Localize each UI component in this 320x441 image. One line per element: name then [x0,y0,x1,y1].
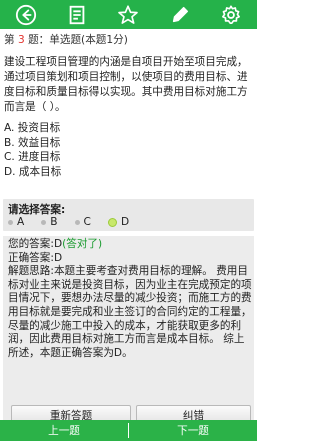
your-answer: 您的答案:D(答对了) [8,238,252,252]
pencil-icon[interactable] [169,4,191,26]
gear-icon[interactable] [220,4,242,26]
radio-a[interactable]: A [8,216,24,228]
answer-prompt: 请选择答案: [8,204,66,216]
radio-label: C [83,216,91,228]
answer-radio-group: A B C D [8,216,146,228]
explanation-content: 您的答案:D(答对了) 正确答案:D 解题思路:本题主要考查对费用目标的理解。 … [8,238,252,360]
option-list: A. 投资目标 B. 效益目标 C. 进度目标 D. 成本目标 [4,121,254,179]
your-answer-label: 您的答案:D [8,238,63,250]
option-a: A. 投资目标 [4,122,61,134]
radio-label: A [17,216,25,228]
notes-icon[interactable] [66,4,88,26]
question-number: 3 [17,34,25,46]
question-panel: 第 3 题：单选题(本题1分) 建设工程项目管理的内涵是自项目开始至项目完成，通… [4,33,254,179]
option-c: C. 进度目标 [4,151,61,164]
radio-dot-selected-icon [107,217,117,227]
radio-label: B [50,216,58,228]
radio-dot-icon [74,219,80,225]
correct-answer: 正确答案:D [8,251,63,264]
radio-d[interactable]: D [107,216,130,228]
explanation-panel: 您的答案:D(答对了) 正确答案:D 解题思路:本题主要考查对费用目标的理解。 … [3,236,254,426]
answer-select-panel: 请选择答案: A B C D [3,199,254,231]
question-text: 建设工程项目管理的内涵是自项目开始至项目完成，通过项目策划和项目控制，以使项目的… [4,56,248,113]
option-b: B. 效益目标 [4,136,61,149]
bottom-nav: 上一题 下一题 [0,420,257,441]
question-header: 第 3 题：单选题(本题1分) [4,33,254,48]
back-arrow-icon[interactable] [15,4,37,26]
radio-b[interactable]: B [41,216,58,228]
question-type: 题：单选题(本题1分) [28,34,128,46]
radio-dot-icon [8,219,13,225]
prev-question-button[interactable]: 上一题 [0,420,128,441]
next-question-button[interactable]: 下一题 [129,420,257,441]
explanation-text: 解题思路:本题主要考查对费用目标的理解。 费用目标对业主来说是投资目标，因为业主… [8,265,252,359]
radio-c[interactable]: C [74,216,91,228]
question-prefix: 第 [4,34,15,46]
star-icon[interactable] [117,4,139,26]
correct-tag: (答对了) [62,238,103,250]
top-toolbar [0,0,257,29]
radio-dot-icon [41,219,47,225]
option-d: D. 成本目标 [4,165,62,178]
radio-label: D [120,216,130,228]
